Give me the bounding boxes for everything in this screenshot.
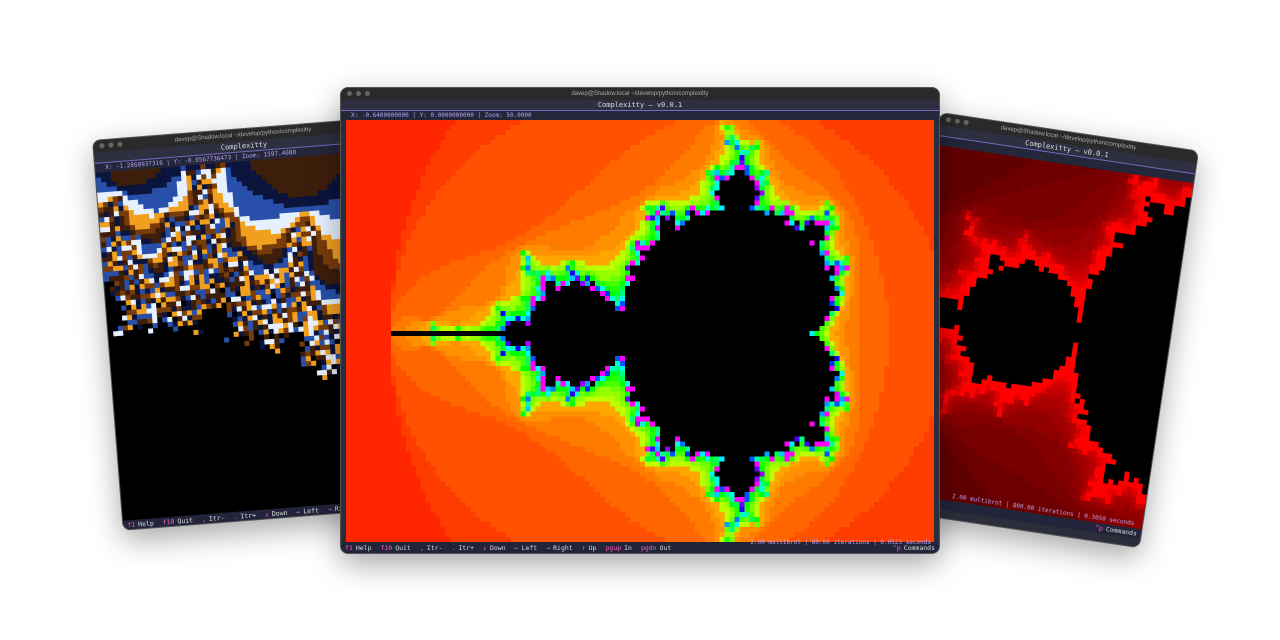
- footer-key-itr[interactable]: . Itr+: [233, 511, 256, 521]
- key-label: ↑: [581, 544, 586, 552]
- footer-key-quit[interactable]: f10 Quit: [162, 516, 193, 526]
- commands-key: ^p: [892, 544, 901, 552]
- action-label: Help: [137, 519, 155, 529]
- footer-key-left[interactable]: ← Left: [515, 544, 538, 552]
- action-label: Quit: [177, 516, 194, 526]
- footer-key-in[interactable]: pgupIn: [605, 544, 631, 552]
- key-label: .: [451, 544, 456, 552]
- key-label: →: [546, 544, 551, 552]
- footer-key-itr[interactable]: . Itr+: [451, 544, 474, 552]
- key-label: ↓: [483, 544, 487, 552]
- key-label: f10: [380, 544, 393, 552]
- footer-key-left[interactable]: ← Left: [296, 506, 319, 516]
- key-label: pgdn: [640, 544, 657, 552]
- footer-key-help[interactable]: f1 Help: [345, 544, 371, 552]
- action-label: Itr-: [426, 544, 443, 552]
- footer-bar: 2.00 multibrot | 80.00 iterations | 0.05…: [341, 539, 939, 553]
- titlebar: davep@Shadow.local ~/develop/python/comp…: [341, 88, 939, 100]
- fractal-canvas[interactable]: [346, 120, 934, 542]
- key-label: pgup: [605, 544, 622, 552]
- action-label: Up: [588, 544, 597, 552]
- key-label: ←: [296, 507, 301, 517]
- action-label: Quit: [395, 544, 411, 552]
- action-label: Left: [303, 506, 320, 516]
- footer-key-itr[interactable]: , Itr-: [420, 544, 443, 552]
- action-label: In: [624, 544, 632, 552]
- app-title: Complexitty — v0.0.1: [341, 100, 939, 110]
- action-label: Left: [521, 544, 538, 552]
- footer-key-up[interactable]: ↑Up: [582, 544, 597, 552]
- footer-key-out[interactable]: pgdnOut: [641, 544, 671, 552]
- key-label: f1: [127, 520, 136, 530]
- action-label: Itr-: [208, 513, 225, 523]
- action-label: Down: [271, 508, 288, 519]
- action-label: Out: [659, 544, 672, 552]
- key-label: →: [327, 505, 333, 514]
- window-center: davep@Shadow.local ~/develop/python/comp…: [340, 87, 940, 554]
- titlebar-text: davep@Shadow.local ~/develop/python/comp…: [571, 91, 709, 97]
- footer-key-down[interactable]: ↓ Down: [483, 544, 506, 552]
- footer-key-help[interactable]: f1 Help: [127, 519, 154, 529]
- commands-label: Commands: [903, 544, 935, 552]
- footer-key-itr[interactable]: , Itr-: [202, 514, 225, 524]
- key-label: ←: [514, 544, 519, 552]
- commands-button[interactable]: ^p Commands: [892, 542, 935, 553]
- commands-key[interactable]: ^p: [1095, 524, 1104, 533]
- action-label: Right: [553, 544, 573, 552]
- key-label: f1: [345, 544, 353, 552]
- action-label: Itr+: [458, 544, 475, 552]
- action-label: Itr+: [240, 511, 257, 521]
- key-label: ↓: [264, 510, 270, 519]
- footer-key-quit[interactable]: f10 Quit: [380, 544, 410, 552]
- footer-key-down[interactable]: ↓ Down: [265, 509, 288, 519]
- key-label: ,: [419, 544, 424, 552]
- key-label: .: [233, 512, 238, 522]
- coordinates-header: X: -0.6400000000 | Y: 0.0000000000 | Zoo…: [341, 110, 939, 120]
- action-label: Down: [489, 544, 506, 552]
- key-label: f10: [162, 517, 175, 527]
- key-label: ,: [201, 515, 207, 524]
- footer-key-right[interactable]: →Right: [546, 544, 573, 552]
- action-label: Help: [355, 544, 372, 552]
